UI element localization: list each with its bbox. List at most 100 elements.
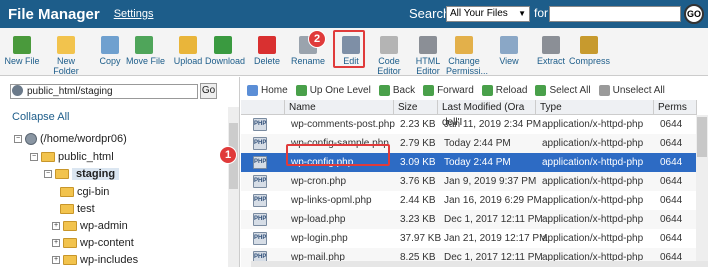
column-header-perms[interactable]: Perms [654, 100, 697, 115]
php-file-icon: PHP [253, 156, 267, 169]
nav-up-one-level[interactable]: Up One Level [295, 84, 371, 96]
delete-button[interactable]: Delete [249, 32, 285, 66]
html-editor-button[interactable]: HTML Editor [410, 32, 446, 76]
download-button[interactable]: Download [205, 32, 245, 66]
new-folder-label: New Folder [53, 56, 79, 76]
file-type: application/x-httpd-php [542, 214, 644, 225]
move-file-button[interactable]: Move File [126, 32, 165, 66]
settings-link[interactable]: Settings [114, 8, 154, 20]
view-icon [500, 36, 518, 54]
file-row[interactable]: PHP wp-cron.php 3.76 KB Jan 9, 2019 9:37 PM… [241, 172, 708, 191]
change-permissions-label: Change Permissi... [446, 56, 489, 76]
folder-icon [55, 169, 69, 179]
change-permissions-icon [455, 36, 473, 54]
app-title: File Manager [8, 5, 100, 23]
nav-forward[interactable]: Forward [423, 84, 474, 96]
tree-item-cgi-bin[interactable]: cgi-bin [60, 186, 109, 198]
nav-select-all[interactable]: Select All [535, 84, 591, 96]
nav-label: Up One Level [309, 84, 371, 96]
callout-badge-2: 2 [308, 30, 326, 48]
tree-item-label: public_html [58, 151, 114, 163]
search-go-button[interactable]: GO [684, 4, 704, 24]
file-perms: 0644 [660, 138, 683, 149]
file-perms: 0644 [660, 195, 683, 206]
file-type: application/x-httpd-php [542, 233, 644, 244]
code-editor-button[interactable]: Code Editor [371, 32, 407, 76]
new-folder-button[interactable]: New Folder [48, 32, 84, 76]
nav-home[interactable]: Home [247, 84, 288, 96]
file-row[interactable]: PHP wp-login.php 37.97 KB Jan 21, 2019 12:1… [241, 229, 708, 248]
home-directory-icon [25, 133, 37, 145]
nav-unselect-all-icon [598, 84, 610, 96]
upload-label: Upload [173, 56, 203, 66]
expand-icon[interactable]: + [52, 222, 60, 230]
file-type: application/x-httpd-php [542, 157, 644, 168]
column-header-name[interactable]: Name [285, 100, 394, 115]
change-permissions-button[interactable]: Change Permissi... [446, 32, 489, 76]
new-file-button[interactable]: New File [4, 32, 40, 66]
folder-icon [41, 152, 55, 162]
tree-item-public-html[interactable]: − public_html [30, 151, 114, 163]
tree-item-wp-includes[interactable]: + wp-includes [52, 254, 138, 266]
file-row[interactable]: PHP wp-load.php 3.23 KB Dec 1, 2017 12:11 P… [241, 210, 708, 229]
file-name: wp-login.php [291, 233, 348, 244]
nav-reload[interactable]: Reload [481, 84, 527, 96]
collapse-icon[interactable]: − [44, 170, 52, 178]
tree-item-wp-content[interactable]: + wp-content [52, 237, 134, 249]
path-go-button[interactable]: Go [200, 83, 217, 99]
file-row[interactable]: PHP wp-links-opml.php 2.44 KB Jan 16, 2019 … [241, 191, 708, 210]
header-bar: File Manager Settings Search All Your Fi… [0, 0, 708, 28]
php-file-icon: PHP [253, 194, 267, 207]
nav-unselect-all[interactable]: Unselect All [598, 84, 665, 96]
file-table-scrollbar-thumb[interactable] [697, 117, 707, 157]
file-type: application/x-httpd-php [542, 176, 644, 187]
nav-label: Unselect All [612, 84, 665, 96]
file-type: application/x-httpd-php [542, 195, 644, 206]
file-size: 3.23 KB [400, 214, 436, 225]
view-button[interactable]: View [491, 32, 527, 66]
compress-button[interactable]: Compress [569, 32, 611, 66]
rename-label: Rename [290, 56, 326, 66]
file-row[interactable]: PHP wp-comments-post.php 2.23 KB Jan 11, 20… [241, 115, 708, 134]
nav-back-icon [378, 84, 390, 96]
file-table-h-scrollbar[interactable] [251, 261, 708, 267]
collapse-icon[interactable]: − [14, 135, 22, 143]
search-scope-select[interactable]: All Your Files ▼ [446, 6, 530, 22]
extract-button[interactable]: Extract [533, 32, 569, 66]
compress-label: Compress [569, 56, 611, 66]
nav-back[interactable]: Back [378, 84, 415, 96]
file-name: wp-comments-post.php [291, 119, 395, 130]
php-file-icon: PHP [253, 232, 267, 245]
tree-item-home-wordpr06[interactable]: − (/home/wordpr06) [14, 133, 127, 145]
column-header-size[interactable]: Size [394, 100, 438, 115]
upload-button[interactable]: Upload [170, 32, 206, 66]
code-editor-label: Code Editor [377, 56, 401, 76]
tree-item-wp-admin[interactable]: + wp-admin [52, 220, 128, 232]
new-folder-icon [57, 36, 75, 54]
path-input[interactable]: public_html/staging [10, 84, 198, 99]
move-file-icon [135, 36, 153, 54]
file-size: 2.23 KB [400, 119, 436, 130]
expand-icon[interactable]: + [52, 239, 60, 247]
file-size: 2.44 KB [400, 195, 436, 206]
expand-icon[interactable]: + [52, 256, 60, 264]
download-icon [214, 36, 232, 54]
copy-button[interactable]: Copy [92, 32, 128, 66]
column-header-type[interactable]: Type [536, 100, 654, 115]
folder-icon [60, 204, 74, 214]
file-name: wp-cron.php [291, 176, 347, 187]
for-label: for [534, 6, 549, 20]
tree-item-staging[interactable]: − staging [44, 168, 120, 180]
folder-tree-panel: public_html/staging Go Collapse All − (/h… [0, 77, 240, 267]
tree-item-label: wp-includes [80, 254, 139, 266]
tree-item-test[interactable]: test [60, 203, 95, 215]
search-input[interactable] [549, 6, 681, 22]
file-name: wp-load.php [291, 214, 346, 225]
collapse-icon[interactable]: − [30, 153, 38, 161]
file-modified: Today 2:44 PM [444, 138, 511, 149]
file-size: 37.97 KB [400, 233, 442, 244]
tree-item-label: cgi-bin [77, 186, 110, 198]
column-header-last[interactable]: Last Modified (Ora dell'I [438, 100, 536, 128]
collapse-all-link[interactable]: Collapse All [12, 111, 69, 123]
delete-icon [258, 36, 276, 54]
